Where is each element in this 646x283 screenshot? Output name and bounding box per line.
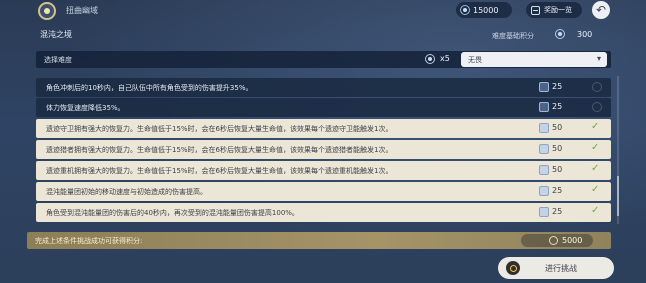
challenge-row[interactable]: 遗迹猎者拥有强大的恢复力。生命值低于15%时，会在6秒后恢复大量生命值，该效果每… [36, 140, 611, 159]
back-button[interactable]: ↶ [592, 1, 610, 19]
total-score-label: 完成上述条件挑战成功可获得积分: [35, 237, 143, 245]
points-icon [539, 82, 549, 92]
challenge-text: 角色受到混沌能量团的伤害后的40秒内，再次受到的混沌能量团伤害提高100%。 [46, 209, 299, 217]
challenge-text: 遗迹守卫拥有强大的恢复力。生命值低于15%时，会在6秒后恢复大量生命值，该效果每… [46, 125, 393, 133]
multiplier-value: x5 [440, 54, 450, 63]
challenge-points: 25 [552, 102, 563, 111]
challenge-row[interactable]: 角色受到混沌能量团的伤害后的40秒内，再次受到的混沌能量团伤害提高100%。 2… [36, 203, 611, 222]
total-score-pill: 5000 [521, 234, 593, 247]
total-score-value: 5000 [562, 236, 583, 245]
start-challenge-button[interactable]: 进行挑战 [498, 257, 614, 279]
rewards-list-button[interactable]: 奖励一览 [526, 2, 582, 18]
points-icon [539, 165, 549, 175]
points-icon [539, 144, 549, 154]
challenge-points: 25 [552, 82, 563, 91]
challenge-points: 25 [552, 207, 563, 216]
difficulty-selected: 无畏 [468, 56, 482, 64]
challenge-text: 遗迹猎者拥有强大的恢复力。生命值低于15%时，会在6秒后恢复大量生命值，该效果每… [46, 146, 393, 154]
resource-value: 15000 [473, 5, 499, 15]
check-icon[interactable]: ✓ [591, 121, 599, 132]
chevron-down-icon: ▾ [596, 54, 601, 63]
start-challenge-label: 进行挑战 [545, 263, 577, 273]
base-score-value: 300 [577, 30, 593, 39]
difficulty-select[interactable]: 无畏 ▾ [461, 52, 607, 67]
resource-counter: 15000 [456, 2, 512, 18]
unchecked-circle-icon[interactable] [592, 82, 602, 92]
start-icon [506, 261, 520, 275]
back-arrow-icon: ↶ [595, 3, 607, 17]
event-logo-icon [38, 2, 56, 20]
challenge-text: 体力恢复速度降低35%。 [46, 104, 125, 112]
challenge-row[interactable]: 混沌能量团初始的移动速度与初始造成的伤害提高。 25 ✓ [36, 182, 611, 201]
currency-icon [460, 5, 470, 15]
challenge-points: 50 [552, 165, 563, 174]
challenge-points: 50 [552, 144, 563, 153]
unchecked-circle-icon[interactable] [592, 102, 602, 112]
top-bar: 扭曲幽域 15000 奖励一览 ↶ [0, 0, 646, 22]
scrollbar[interactable] [617, 76, 619, 224]
total-score-bar: 完成上述条件挑战成功可获得积分: 5000 [27, 232, 611, 249]
scroll-thumb[interactable] [617, 176, 619, 216]
score-icon [555, 29, 565, 39]
points-icon [539, 207, 549, 217]
challenge-points: 25 [552, 186, 563, 195]
challenge-row[interactable]: 遗迹重机拥有强大的恢复力。生命值低于15%时，会在6秒后恢复大量生命值，该效果每… [36, 161, 611, 180]
score-icon [549, 236, 558, 245]
points-icon [539, 186, 549, 196]
base-score-label: 难度基础积分 [492, 32, 534, 40]
points-icon [539, 102, 549, 112]
challenge-row[interactable]: 遗迹守卫拥有强大的恢复力。生命值低于15%时，会在6秒后恢复大量生命值，该效果每… [36, 119, 611, 138]
challenge-text: 角色冲刺后的10秒内，自己队伍中所有角色受到的伤害提升35%。 [46, 84, 253, 92]
challenge-points: 50 [552, 123, 563, 132]
check-icon[interactable]: ✓ [591, 142, 599, 153]
challenge-row[interactable]: 体力恢复速度降低35%。 25 [36, 98, 611, 117]
page-title: 扭曲幽域 [66, 6, 98, 15]
challenge-text: 遗迹重机拥有强大的恢复力。生命值低于15%时，会在6秒后恢复大量生命值，该效果每… [46, 167, 393, 175]
check-icon[interactable]: ✓ [591, 205, 599, 216]
challenge-row[interactable]: 角色冲刺后的10秒内，自己队伍中所有角色受到的伤害提升35%。 25 [36, 78, 611, 97]
points-icon [539, 123, 549, 133]
section-title: 混沌之境 [40, 30, 72, 39]
difficulty-row: 选择难度 x5 无畏 ▾ [36, 51, 611, 68]
list-icon [531, 5, 540, 15]
rewards-label: 奖励一览 [544, 6, 572, 14]
difficulty-label: 选择难度 [44, 56, 72, 64]
challenge-text: 混沌能量团初始的移动速度与初始造成的伤害提高。 [46, 188, 207, 196]
multiplier-icon [425, 54, 435, 64]
check-icon[interactable]: ✓ [591, 184, 599, 195]
check-icon[interactable]: ✓ [591, 163, 599, 174]
